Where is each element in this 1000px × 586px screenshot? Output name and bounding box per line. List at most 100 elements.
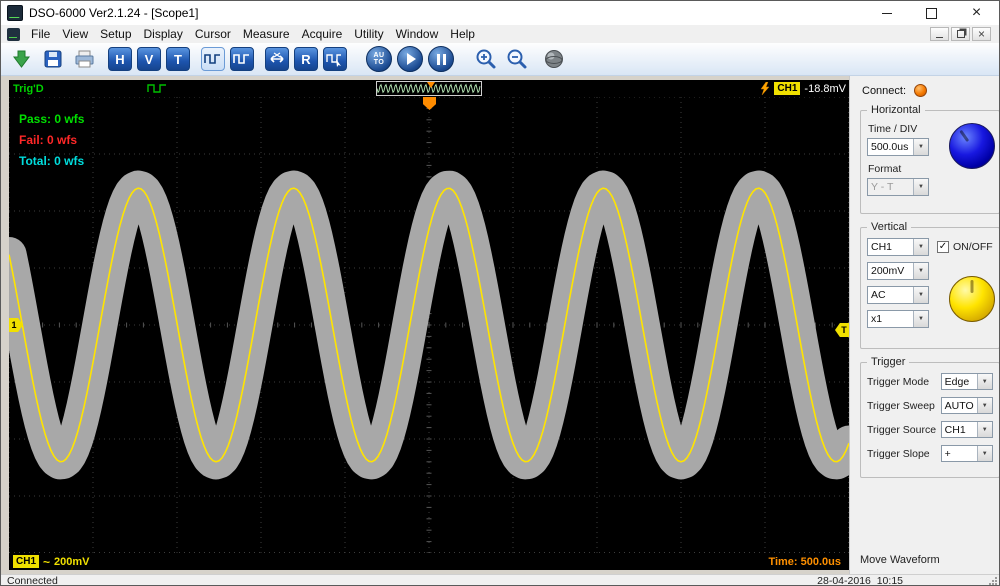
scope-status-strip: Trig'D CH1 -1 (9, 80, 849, 97)
connection-status: Connected (7, 575, 58, 586)
waveform-cursor-button[interactable] (323, 47, 347, 71)
trigger-bolt-icon (760, 82, 770, 96)
menu-window[interactable]: Window (390, 26, 445, 42)
vertical-group: Vertical CH1 ON/OFF 200mV (860, 227, 1000, 349)
mdi-close-button[interactable] (972, 27, 991, 41)
trigger-group: Trigger Trigger Mode Edge Trigger Sweep … (860, 362, 1000, 478)
square-wave-icon (233, 52, 251, 66)
application-window: DSO-6000 Ver2.1.24 - [Scope1] File View … (0, 0, 1000, 586)
connect-label: Connect: (862, 85, 906, 97)
title-bar: DSO-6000 Ver2.1.24 - [Scope1] (1, 1, 999, 25)
trigger-source-select[interactable]: CH1 (941, 421, 993, 438)
menu-cursor[interactable]: Cursor (189, 26, 237, 42)
trigger-slope-value: + (942, 446, 977, 461)
channel-select[interactable]: CH1 (867, 238, 929, 256)
menu-view[interactable]: View (56, 26, 94, 42)
mdi-window-controls (930, 27, 995, 41)
status-bar: Connected 28-04-2016 10:15 (1, 574, 999, 586)
play-icon (407, 53, 416, 65)
dropdown-arrow-icon (977, 422, 992, 437)
vertical-knob[interactable] (949, 276, 995, 322)
maximize-button[interactable] (909, 1, 954, 25)
coupling-symbol: ~ (43, 555, 50, 569)
save-button[interactable] (40, 46, 66, 72)
zoom-in-button[interactable] (473, 46, 499, 72)
format-value: Y - T (868, 179, 913, 195)
print-button[interactable] (71, 46, 97, 72)
dropdown-arrow-icon (913, 139, 928, 155)
channel-value: CH1 (868, 239, 913, 255)
open-button[interactable] (9, 46, 35, 72)
vertical-menu-button[interactable]: V (137, 47, 161, 71)
trigger-mode-select[interactable]: Edge (941, 373, 993, 390)
dropdown-arrow-icon (913, 179, 928, 195)
trigger-mode-value: Edge (942, 374, 977, 389)
pause-icon (437, 54, 446, 65)
autoset-button[interactable]: AU TO (366, 46, 392, 72)
menu-acquire[interactable]: Acquire (296, 26, 349, 42)
channel-badge: CH1 (13, 555, 39, 568)
save-icon (43, 49, 63, 69)
main-area: Trig'D CH1 -1 (1, 76, 999, 574)
trigger-menu-button[interactable]: T (166, 47, 190, 71)
dropdown-arrow-icon (977, 446, 992, 461)
scope-workspace: Trig'D CH1 -1 (1, 76, 849, 574)
mdi-restore-button[interactable] (951, 27, 970, 41)
onoff-checkbox[interactable] (937, 241, 949, 253)
trigger-level-readout: -18.8mV (804, 83, 846, 95)
scope-display[interactable]: Pass: 0 wfs Fail: 0 wfs Total: 0 wfs 1 T (9, 97, 849, 553)
window-title: DSO-6000 Ver2.1.24 - [Scope1] (29, 6, 198, 20)
record-preview[interactable] (376, 81, 482, 96)
format-select[interactable]: Y - T (867, 178, 929, 196)
menu-setup[interactable]: Setup (94, 26, 137, 42)
knob-pointer (970, 280, 973, 293)
coupling-select[interactable]: AC (867, 286, 929, 304)
refresh-button[interactable]: R (294, 47, 318, 71)
probe-value: x1 (868, 311, 913, 327)
horizontal-group-title: Horizontal (867, 104, 925, 116)
scope-frame: Trig'D CH1 -1 (9, 80, 849, 570)
trigger-sweep-select[interactable]: AUTO (941, 397, 993, 414)
menu-file[interactable]: File (25, 26, 56, 42)
menu-utility[interactable]: Utility (348, 26, 389, 42)
menu-display[interactable]: Display (138, 26, 189, 42)
trigger-status: Trig'D (13, 83, 44, 95)
menu-measure[interactable]: Measure (237, 26, 296, 42)
knob-pointer (959, 130, 969, 142)
menu-bar: File View Setup Display Cursor Measure A… (1, 25, 999, 43)
dropdown-arrow-icon (977, 398, 992, 413)
minimize-button[interactable] (864, 1, 909, 25)
waveform-average-button[interactable] (230, 47, 254, 71)
time-per-div-readout: Time: 500.0us (768, 556, 841, 568)
trigger-slope-select[interactable]: + (941, 445, 993, 462)
open-icon (12, 49, 32, 69)
waveform-mode-button[interactable] (201, 47, 225, 71)
zoom-out-button[interactable] (504, 46, 530, 72)
snapshot-button[interactable] (541, 46, 567, 72)
mask-test-stats: Pass: 0 wfs Fail: 0 wfs Total: 0 wfs (19, 109, 84, 172)
trigger-group-title: Trigger (867, 356, 909, 368)
xy-expand-button[interactable] (265, 47, 289, 71)
resize-grip[interactable] (987, 575, 998, 586)
trigger-mode-label: Trigger Mode (867, 376, 929, 388)
autoset-label-bottom: TO (374, 59, 385, 66)
time-div-select[interactable]: 500.0us (867, 138, 929, 156)
horizontal-menu-button[interactable]: H (108, 47, 132, 71)
horizontal-knob[interactable] (949, 123, 995, 169)
volts-div-value: 200mV (868, 263, 913, 279)
menu-help[interactable]: Help (444, 26, 481, 42)
trigger-slope-label: Trigger Slope (867, 448, 930, 460)
vertical-group-title: Vertical (867, 221, 911, 233)
probe-select[interactable]: x1 (867, 310, 929, 328)
dropdown-arrow-icon (977, 374, 992, 389)
channel-onoff[interactable]: ON/OFF (937, 241, 993, 253)
mdi-minimize-button[interactable] (930, 27, 949, 41)
scope-readout-strip: CH1 ~ 200mV Time: 500.0us (9, 553, 849, 570)
pause-button[interactable] (428, 46, 454, 72)
horizontal-group: Horizontal Time / DIV 500.0us Format Y -… (860, 110, 1000, 214)
dropdown-arrow-icon (913, 239, 928, 255)
close-button[interactable] (954, 1, 999, 25)
volts-per-div-readout: 200mV (54, 556, 89, 568)
volts-div-select[interactable]: 200mV (867, 262, 929, 280)
run-button[interactable] (397, 46, 423, 72)
